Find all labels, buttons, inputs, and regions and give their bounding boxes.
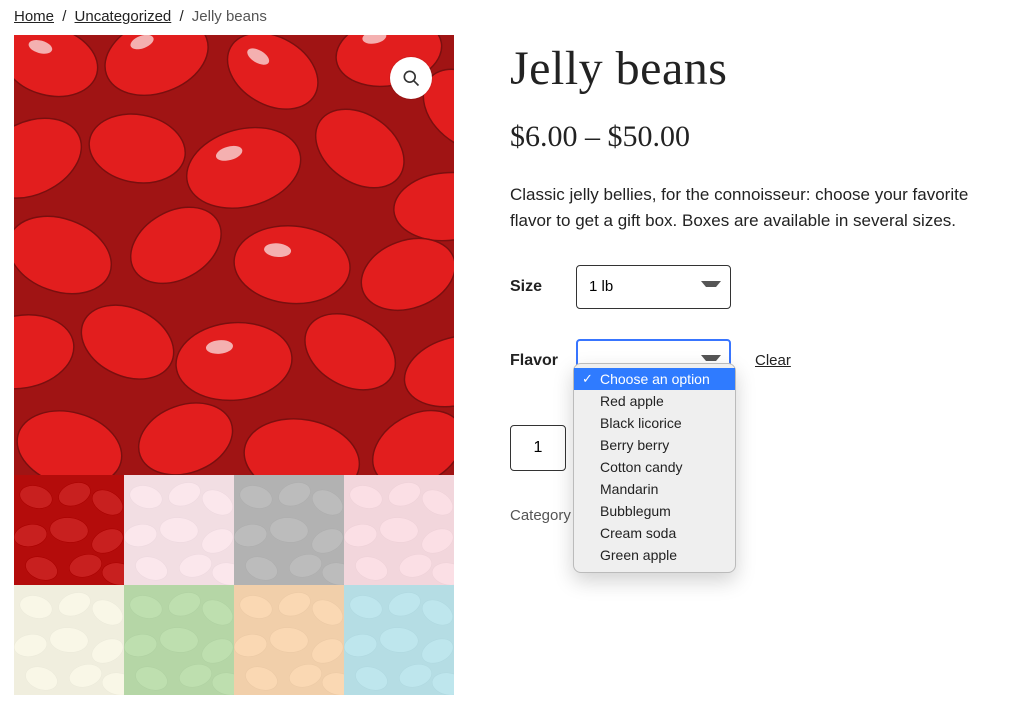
flavor-option[interactable]: Cream soda (574, 522, 735, 544)
clear-link[interactable]: Clear (755, 352, 791, 369)
thumbnail[interactable] (124, 475, 234, 585)
price-range: $6.00 – $50.00 (510, 120, 1010, 154)
flavor-label: Flavor (510, 352, 558, 370)
product-title: Jelly beans (510, 41, 1010, 96)
breadcrumb-home[interactable]: Home (14, 8, 54, 25)
flavor-option[interactable]: Mandarin (574, 478, 735, 500)
breadcrumb-current: Jelly beans (192, 8, 267, 25)
flavor-dropdown: Choose an option Red appleBlack licorice… (573, 363, 736, 573)
flavor-option[interactable]: Black licorice (574, 412, 735, 434)
breadcrumb: Home / Uncategorized / Jelly beans (14, 8, 1010, 25)
breadcrumb-sep: / (179, 8, 183, 25)
flavor-option[interactable]: Berry berry (574, 434, 735, 456)
thumbnail[interactable] (124, 585, 234, 695)
price-low: $6.00 (510, 120, 578, 153)
quantity-input[interactable] (510, 425, 566, 471)
zoom-button[interactable] (390, 57, 432, 99)
thumbnail[interactable] (234, 475, 344, 585)
flavor-option[interactable]: Red apple (574, 390, 735, 412)
thumbnail-row (14, 475, 454, 585)
breadcrumb-category[interactable]: Uncategorized (75, 8, 172, 25)
thumbnail[interactable] (14, 475, 124, 585)
flavor-option-placeholder[interactable]: Choose an option (574, 368, 735, 390)
flavor-option[interactable]: Green apple (574, 544, 735, 566)
magnifier-icon (401, 68, 421, 88)
thumbnail[interactable] (14, 585, 124, 695)
thumbnail[interactable] (344, 475, 454, 585)
size-row: Size 1 lb (510, 265, 1010, 309)
breadcrumb-sep: / (62, 8, 66, 25)
thumbnail[interactable] (344, 585, 454, 695)
jelly-beans-image (14, 35, 454, 475)
price-high: $50.00 (608, 120, 691, 153)
product-gallery (14, 35, 454, 695)
size-select[interactable]: 1 lb (576, 265, 731, 309)
flavor-option[interactable]: Bubblegum (574, 500, 735, 522)
flavor-row: Flavor Choose an option Red appleBlack l… (510, 339, 1010, 383)
size-label: Size (510, 278, 558, 296)
thumbnail-row (14, 585, 454, 695)
flavor-option[interactable]: Cotton candy (574, 456, 735, 478)
product-description: Classic jelly bellies, for the connoisse… (510, 182, 1010, 235)
thumbnail[interactable] (234, 585, 344, 695)
main-image[interactable] (14, 35, 454, 475)
price-sep: – (585, 120, 600, 153)
